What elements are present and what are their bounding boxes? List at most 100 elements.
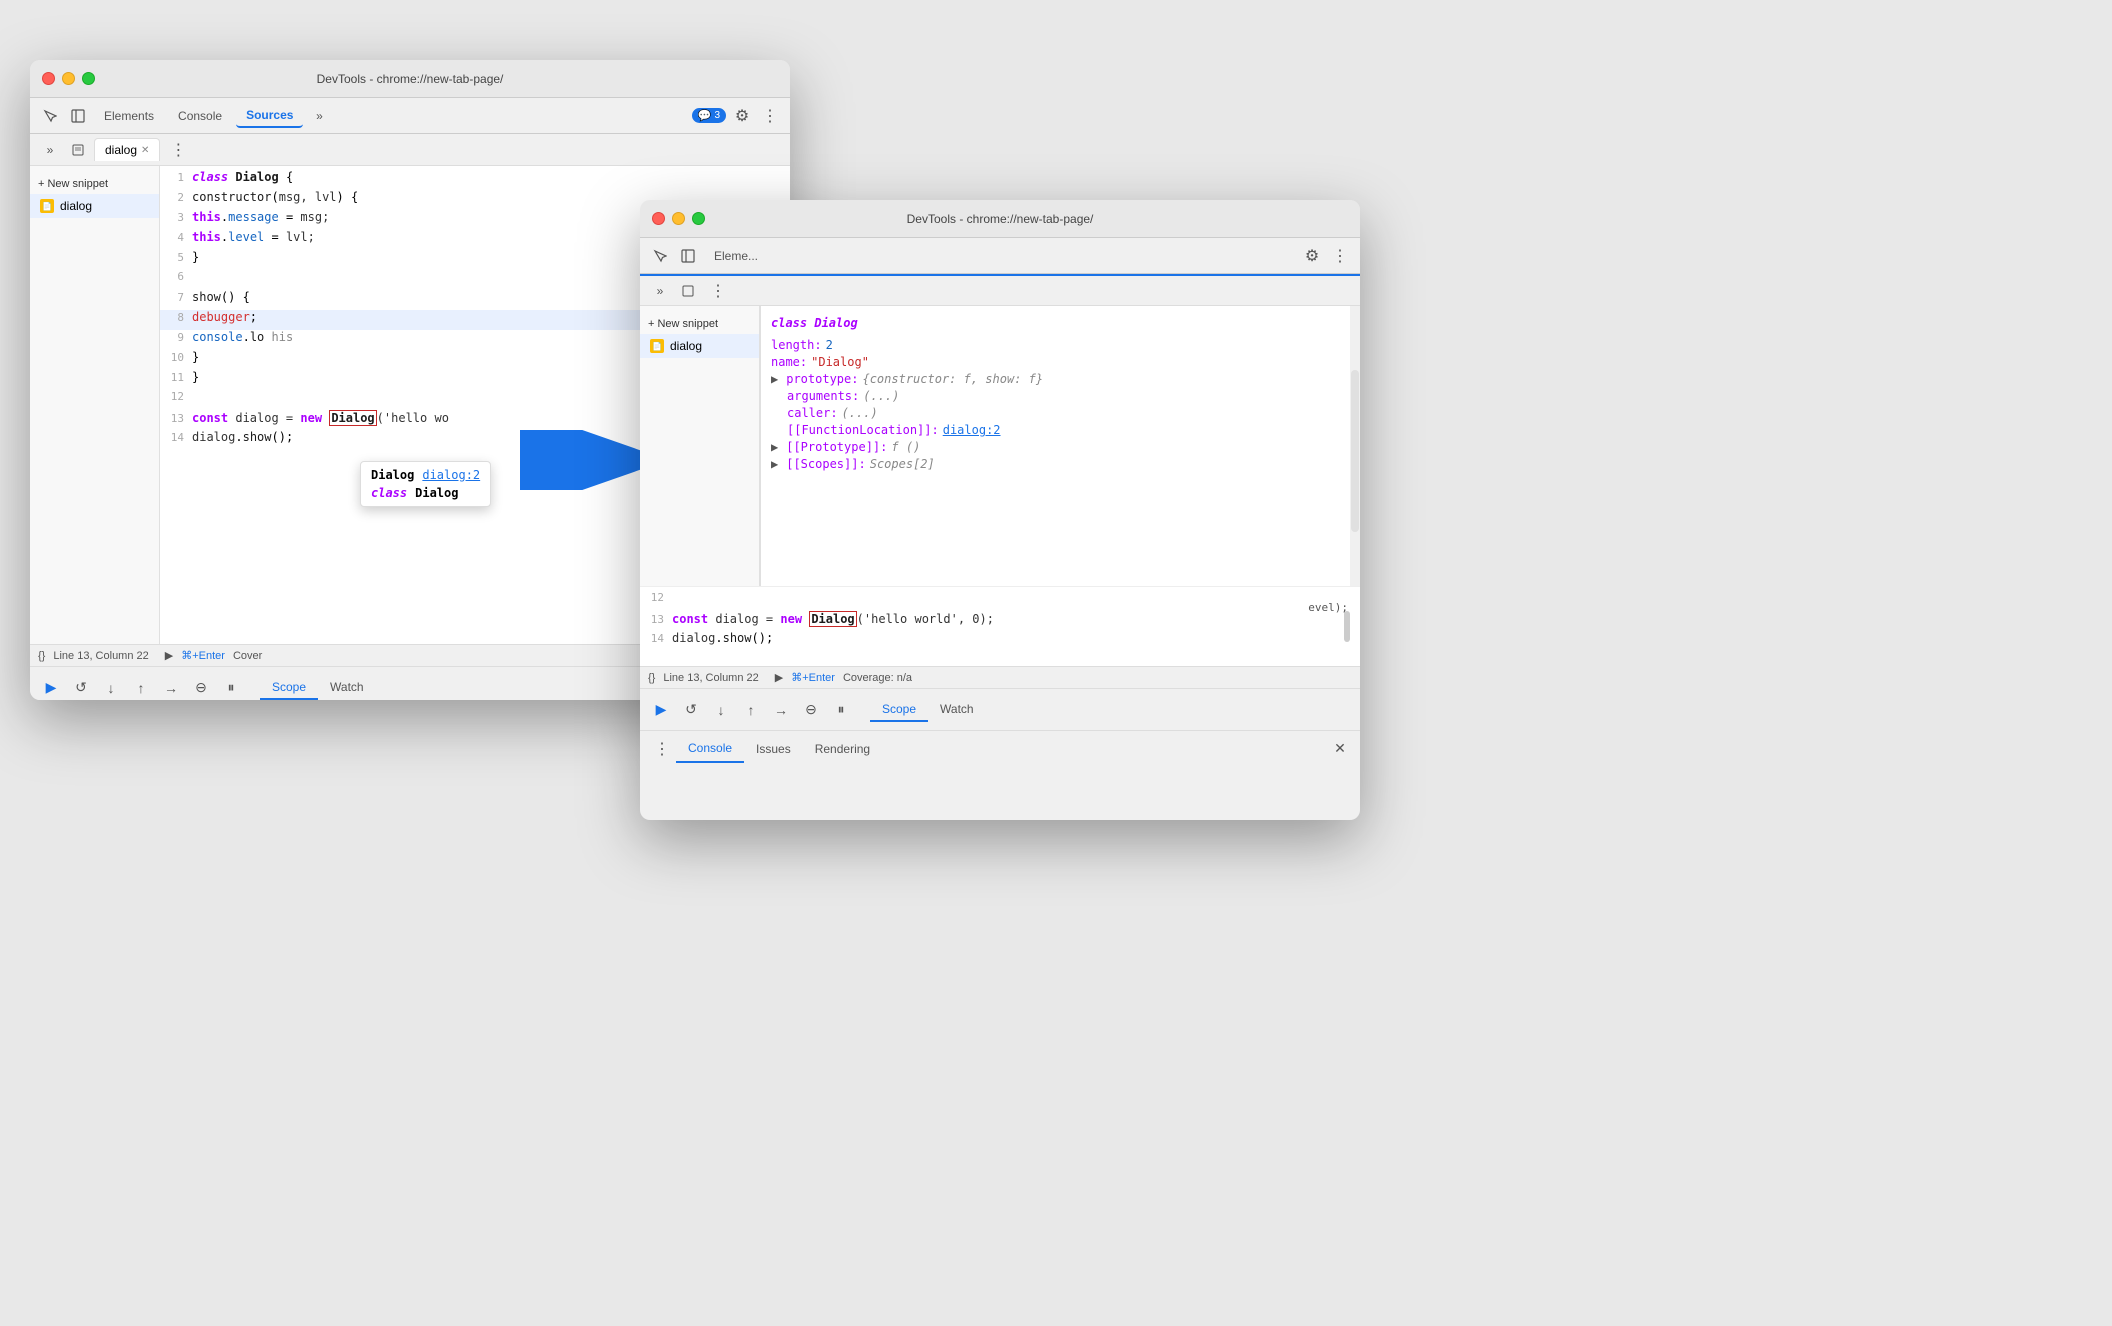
cursor-position-front: Line 13, Column 22 xyxy=(663,672,758,684)
bottom-tabs-front: ⋮ Console Issues Rendering ✕ xyxy=(640,730,1360,766)
message-badge-back[interactable]: 💬 3 xyxy=(692,108,726,123)
inspector-panel-front: class Dialog length: 2 name: "Dialog" ▶ … xyxy=(760,306,1350,586)
rendering-tab-front[interactable]: Rendering xyxy=(803,736,882,762)
more-tabs-icon-back[interactable]: » xyxy=(307,104,331,128)
prop-arguments: arguments: (...) xyxy=(787,389,1340,403)
issues-tab-front[interactable]: Issues xyxy=(744,736,803,762)
tab-bar-back: » dialog ✕ ⋮ xyxy=(30,134,790,166)
title-bar-back: DevTools - chrome://new-tab-page/ xyxy=(30,60,790,98)
settings-icon-back[interactable]: ⚙ xyxy=(730,104,754,128)
scope-tab-front[interactable]: Scope xyxy=(870,698,928,722)
deactivate-button-front[interactable]: ⊖ xyxy=(798,697,824,723)
run-cmd-front[interactable]: ⌘+Enter xyxy=(791,671,835,684)
tab-sources-back[interactable]: Sources xyxy=(236,104,303,128)
more-tabs-left-icon-back[interactable]: » xyxy=(38,138,62,162)
window-title-back: DevTools - chrome://new-tab-page/ xyxy=(317,72,504,86)
inspector-title: class Dialog xyxy=(771,316,1340,330)
sidebar-item-dialog-back[interactable]: 📄 dialog xyxy=(30,194,159,218)
debug-toolbar-front: ▶ ↺ ↓ ↑ → ⊖ ⏸ Scope Watch xyxy=(640,688,1360,730)
settings-icon-front[interactable]: ⚙ xyxy=(1300,244,1324,268)
more-tab-icon-front[interactable]: ⋮ xyxy=(704,277,732,305)
file-tab-close-back[interactable]: ✕ xyxy=(141,145,149,156)
step-into-button-back[interactable]: ↓ xyxy=(98,675,124,701)
code-line-f-12: 12 xyxy=(640,591,1360,611)
step-out-button-back[interactable]: ↑ xyxy=(128,675,154,701)
title-bar-front: DevTools - chrome://new-tab-page/ xyxy=(640,200,1360,238)
prop-name: name: "Dialog" xyxy=(771,355,1340,369)
more-bottom-icon-front[interactable]: ⋮ xyxy=(648,735,676,763)
main-content-front: + New snippet 📄 dialog class Dialog leng… xyxy=(640,306,1360,586)
step-over-button-back[interactable]: ↺ xyxy=(68,675,94,701)
minimize-button-front[interactable] xyxy=(672,212,685,225)
code-line-f-13: 13 const dialog = new Dialog('hello worl… xyxy=(640,611,1360,631)
prop-proto: ▶ [[Prototype]]: f () xyxy=(771,440,1340,454)
window-title-front: DevTools - chrome://new-tab-page/ xyxy=(907,212,1094,226)
scope-tab-back[interactable]: Scope xyxy=(260,676,318,700)
close-button-front[interactable] xyxy=(652,212,665,225)
run-cmd-back[interactable]: ⌘+Enter xyxy=(181,649,225,662)
scrollbar-code-front[interactable] xyxy=(1344,587,1352,666)
pause-button-back[interactable]: ⏸ xyxy=(218,675,244,701)
new-snippet-button-front[interactable]: + New snippet xyxy=(640,314,759,334)
more-icon-back[interactable]: ⋮ xyxy=(164,136,192,164)
panel-icon-front[interactable] xyxy=(676,244,700,268)
pause-button-front[interactable]: ⏸ xyxy=(828,697,854,723)
page-icon-front[interactable] xyxy=(676,279,700,303)
new-snippet-button-back[interactable]: + New snippet xyxy=(30,174,159,194)
toolbar-back: Elements Console Sources » 💬 3 ⚙ ⋮ xyxy=(30,98,790,134)
panel-icon[interactable] xyxy=(66,104,90,128)
play-button-back[interactable]: ▶ xyxy=(38,675,64,701)
step-over-button-front[interactable]: ↺ xyxy=(678,697,704,723)
file-tab-dialog-back[interactable]: dialog ✕ xyxy=(94,138,160,161)
sidebar-front: + New snippet 📄 dialog xyxy=(640,306,760,586)
cursor-position-back: Line 13, Column 22 xyxy=(53,650,148,662)
code-line-1: 1 class Dialog { xyxy=(160,170,790,190)
file-tab-label-back: dialog xyxy=(105,143,137,157)
more-options-icon-back[interactable]: ⋮ xyxy=(758,104,782,128)
close-panel-icon-front[interactable]: ✕ xyxy=(1328,737,1352,761)
watch-tab-back[interactable]: Watch xyxy=(318,676,376,700)
prop-function-location: [[FunctionLocation]]: dialog:2 xyxy=(787,423,1340,437)
format-button-back[interactable]: {} xyxy=(38,650,45,662)
snippet-icon-front: 📄 xyxy=(650,339,664,353)
prop-length: length: 2 xyxy=(771,338,1340,352)
step-button-back[interactable]: → xyxy=(158,675,184,701)
sidebar-item-dialog-front[interactable]: 📄 dialog xyxy=(640,334,759,358)
tab-console-back[interactable]: Console xyxy=(168,105,232,127)
cursor-icon-front[interactable] xyxy=(648,244,672,268)
page-icon-back[interactable] xyxy=(66,138,90,162)
tab-elements-back[interactable]: Elements xyxy=(94,105,164,127)
code-line-f-14: 14 dialog.show(); xyxy=(640,631,1360,651)
code-area-front[interactable]: 12 13 const dialog = new Dialog('hello w… xyxy=(640,586,1360,666)
right-code-hint: evel); xyxy=(1308,601,1360,614)
watch-tab-front[interactable]: Watch xyxy=(928,698,986,722)
deactivate-button-back[interactable]: ⊖ xyxy=(188,675,214,701)
step-button-front[interactable]: → xyxy=(768,697,794,723)
cursor-icon[interactable] xyxy=(38,104,62,128)
console-tab-front[interactable]: Console xyxy=(676,735,744,763)
more-options-icon-front[interactable]: ⋮ xyxy=(1328,244,1352,268)
play-button-front[interactable]: ▶ xyxy=(648,697,674,723)
sidebar-back: + New snippet 📄 dialog xyxy=(30,166,160,644)
traffic-lights-front xyxy=(652,212,705,225)
step-out-button-front[interactable]: ↑ xyxy=(738,697,764,723)
tab-bar-front: » ⋮ xyxy=(640,274,1360,306)
status-bar-front: {} Line 13, Column 22 ▶ ⌘+Enter Coverage… xyxy=(640,666,1360,688)
prop-scopes: ▶ [[Scopes]]: Scopes[2] xyxy=(771,457,1340,471)
prop-caller: caller: (...) xyxy=(787,406,1340,420)
close-button-back[interactable] xyxy=(42,72,55,85)
scrollbar-front[interactable] xyxy=(1350,306,1360,586)
minimize-button-back[interactable] xyxy=(62,72,75,85)
fullscreen-button-back[interactable] xyxy=(82,72,95,85)
format-button-front[interactable]: {} xyxy=(648,672,655,684)
traffic-lights-back xyxy=(42,72,95,85)
more-tabs-left-icon-front[interactable]: » xyxy=(648,279,672,303)
devtools-window-front: DevTools - chrome://new-tab-page/ Eleme.… xyxy=(640,200,1360,820)
fullscreen-button-front[interactable] xyxy=(692,212,705,225)
scope-watch-tabs-front: Scope Watch xyxy=(870,698,986,722)
step-into-button-front[interactable]: ↓ xyxy=(708,697,734,723)
tooltip-link-back[interactable]: dialog:2 xyxy=(422,468,480,482)
coverage-back: Cover xyxy=(233,650,262,662)
tooltip-popup-back: Dialog dialog:2 class Dialog xyxy=(360,461,491,507)
tab-elements-front[interactable]: Eleme... xyxy=(704,245,768,267)
